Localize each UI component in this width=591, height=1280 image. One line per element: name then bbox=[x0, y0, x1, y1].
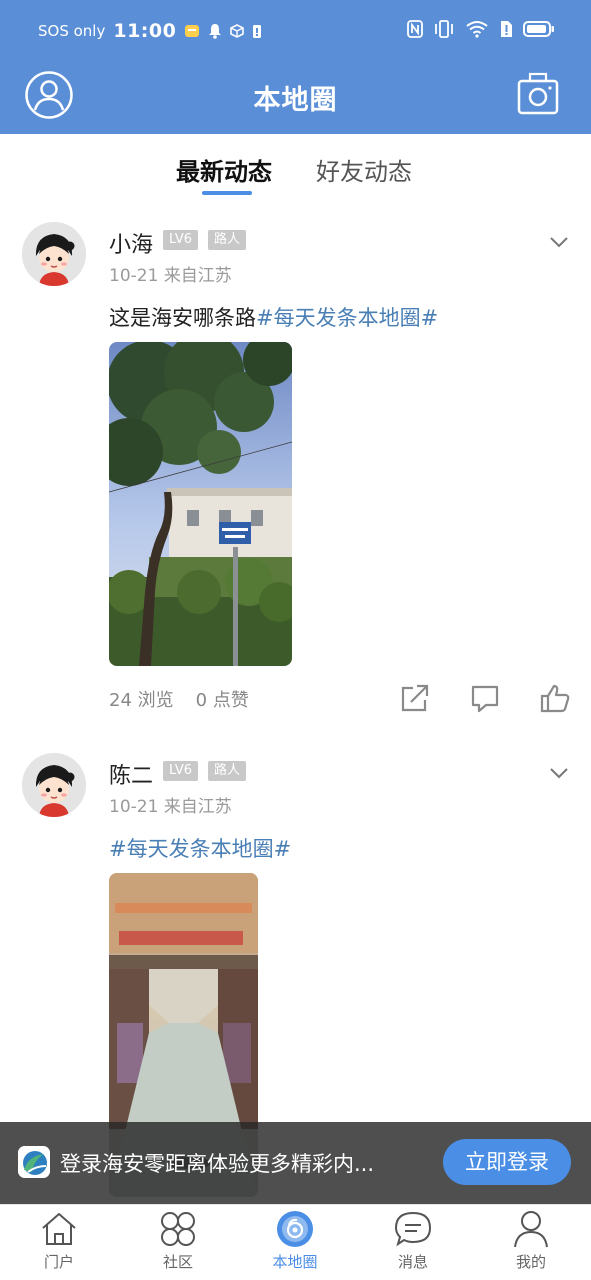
view-count: 24 浏览 bbox=[109, 690, 174, 711]
post-date: 10-21 bbox=[109, 266, 159, 286]
nav-item-messages[interactable]: 消息 bbox=[373, 1209, 453, 1272]
feed-tabs: 最新动态 好友动态 bbox=[0, 134, 591, 206]
nav-item-mine[interactable]: 我的 bbox=[491, 1209, 571, 1272]
post-card[interactable]: 小海 LV6 路人 10-21 来自江苏 这是海安哪条路#每天发条本地圈# 24… bbox=[0, 206, 591, 736]
role-badge: 路人 bbox=[208, 230, 247, 250]
comment-icon[interactable] bbox=[469, 682, 501, 714]
cartoon-avatar-icon bbox=[22, 753, 86, 817]
nav-label: 门户 bbox=[43, 1253, 74, 1271]
chevron-down-icon[interactable] bbox=[549, 236, 569, 248]
nav-item-community[interactable]: 社区 bbox=[138, 1209, 218, 1272]
cube-icon bbox=[230, 24, 245, 38]
app-logo-icon bbox=[18, 1146, 50, 1178]
login-prompt: 登录海安零距离体验更多精彩内... bbox=[60, 1152, 375, 1176]
active-tab-indicator bbox=[202, 191, 252, 195]
battery-icon bbox=[523, 21, 554, 37]
status-bar: SOS only 11:00 bbox=[0, 0, 591, 66]
vibrate-icon bbox=[435, 20, 453, 38]
topic-tag[interactable]: #每天发条本地圈# bbox=[256, 306, 438, 330]
nfc-icon bbox=[407, 20, 423, 38]
tab-friends[interactable]: 好友动态 bbox=[316, 152, 412, 187]
post-meta: 10-21 来自江苏 bbox=[109, 792, 232, 817]
person-icon bbox=[514, 1211, 548, 1248]
home-icon bbox=[42, 1213, 76, 1245]
notification-app-icon bbox=[185, 25, 200, 37]
nav-item-portal[interactable]: 门户 bbox=[19, 1209, 99, 1272]
level-badge: LV6 bbox=[163, 230, 198, 250]
page-title: 本地圈 bbox=[253, 85, 338, 116]
local-circle-icon bbox=[277, 1211, 313, 1247]
avatar[interactable] bbox=[22, 753, 86, 817]
battery-alert-icon bbox=[253, 25, 262, 38]
top-nav: 本地圈 bbox=[0, 66, 591, 134]
level-badge: LV6 bbox=[163, 761, 198, 781]
post-source: 来自江苏 bbox=[163, 266, 232, 286]
like-count: 0 点赞 bbox=[195, 690, 249, 711]
clock: 11:00 bbox=[113, 20, 177, 42]
nav-label: 本地圈 bbox=[272, 1253, 318, 1271]
bell-icon bbox=[209, 24, 222, 39]
nav-label: 我的 bbox=[515, 1253, 546, 1271]
username[interactable]: 小海 bbox=[109, 227, 153, 259]
wifi-icon bbox=[466, 21, 488, 38]
camera-icon[interactable] bbox=[517, 72, 559, 116]
username[interactable]: 陈二 bbox=[109, 758, 153, 790]
app-header: SOS only 11:00 本地圈 bbox=[0, 0, 591, 134]
tab-latest[interactable]: 最新动态 bbox=[176, 152, 272, 187]
login-banner: 登录海安零距离体验更多精彩内... 立即登录 bbox=[0, 1122, 591, 1204]
avatar[interactable] bbox=[22, 222, 86, 286]
post-source: 来自江苏 bbox=[163, 797, 232, 817]
app-logo bbox=[18, 1146, 50, 1178]
carrier-text: SOS only bbox=[38, 22, 106, 40]
message-icon bbox=[394, 1211, 432, 1247]
like-icon[interactable] bbox=[539, 682, 571, 714]
topic-tag[interactable]: #每天发条本地圈# bbox=[109, 837, 291, 861]
bottom-nav: 门户 社区 本地圈 消息 我的 bbox=[0, 1204, 591, 1280]
sim-alert-icon bbox=[501, 21, 512, 37]
post-date: 10-21 bbox=[109, 797, 159, 817]
post-text: #每天发条本地圈# bbox=[109, 833, 291, 863]
post-photo[interactable] bbox=[109, 342, 292, 666]
chevron-down-icon[interactable] bbox=[549, 767, 569, 779]
post-body: 这是海安哪条路 bbox=[109, 306, 256, 330]
nav-label: 社区 bbox=[162, 1253, 193, 1271]
post-text: 这是海安哪条路#每天发条本地圈# bbox=[109, 302, 438, 332]
share-icon[interactable] bbox=[399, 682, 431, 714]
role-badge: 路人 bbox=[208, 761, 247, 781]
post-actions bbox=[399, 682, 571, 714]
clover-icon bbox=[161, 1212, 195, 1246]
nav-label: 消息 bbox=[397, 1253, 428, 1271]
nav-item-local-circle[interactable]: 本地圈 bbox=[255, 1209, 335, 1272]
login-button[interactable]: 立即登录 bbox=[443, 1139, 571, 1185]
cartoon-avatar-icon bbox=[22, 222, 86, 286]
post-stats: 24 浏览 0 点赞 bbox=[109, 686, 249, 712]
post-meta: 10-21 来自江苏 bbox=[109, 261, 232, 286]
